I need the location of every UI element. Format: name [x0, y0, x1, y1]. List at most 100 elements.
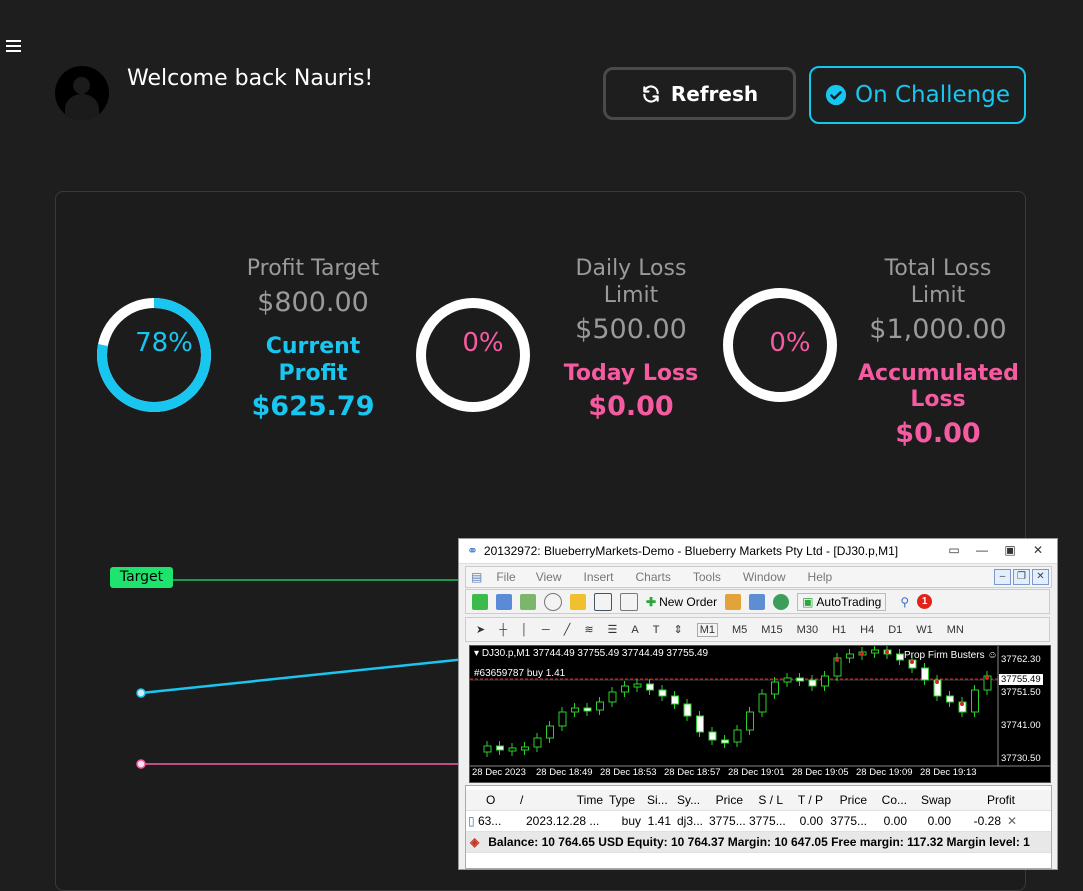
balance-row: ◈ Balance: 10 764.65 USD Equity: 10 764.…: [466, 832, 1051, 853]
tf-m5[interactable]: M5: [732, 624, 747, 636]
col-type[interactable]: Type: [606, 793, 644, 807]
close-icon[interactable]: ✕: [1025, 543, 1051, 559]
trade-marker: [960, 702, 964, 706]
price-tick-current: 37755.49: [999, 674, 1043, 685]
candle: [658, 689, 667, 697]
restore-icon[interactable]: ▭: [941, 543, 967, 559]
text-icon[interactable]: A: [631, 624, 638, 636]
balance-summary: Balance: 10 764.65 USD Equity: 10 764.37…: [488, 835, 1030, 849]
mt4-toolbar: ✚ New Order ▣ AutoTrading ⚲ 1: [465, 589, 1050, 614]
menu-file[interactable]: File: [496, 570, 515, 584]
metaeditor-icon[interactable]: [725, 593, 742, 610]
tf-h4[interactable]: H4: [860, 624, 874, 636]
child-restore-icon[interactable]: ❐: [1013, 569, 1030, 585]
chart-dropdown-icon[interactable]: ▾: [474, 648, 479, 659]
menu-insert[interactable]: Insert: [583, 570, 613, 584]
candle: [846, 653, 854, 659]
candle: [496, 745, 504, 751]
col-price[interactable]: Price: [706, 793, 746, 807]
child-minimize-icon[interactable]: –: [994, 569, 1011, 585]
menu-window[interactable]: Window: [743, 570, 786, 584]
autotrading-button[interactable]: ▣ AutoTrading: [797, 592, 887, 611]
trendline-icon[interactable]: ╱: [564, 623, 571, 636]
candle: [946, 695, 954, 703]
candle: [771, 681, 779, 695]
search-icon[interactable]: ⚲: [900, 595, 909, 609]
maximize-icon[interactable]: ▣: [997, 543, 1023, 559]
new-order-button[interactable]: ✚ New Order: [646, 595, 717, 609]
crosshair-icon[interactable]: ┼: [499, 624, 507, 636]
label-icon[interactable]: T: [653, 624, 660, 636]
tf-w1[interactable]: W1: [916, 624, 933, 636]
notification-badge[interactable]: 1: [917, 594, 933, 609]
equity-point: [136, 688, 146, 698]
col-time[interactable]: Time: [536, 793, 606, 807]
mt4-titlebar[interactable]: ⚭ 20132972: BlueberryMarkets-Demo - Blue…: [459, 539, 1057, 564]
fibonacci-icon[interactable]: ☰: [608, 623, 618, 636]
channel-icon[interactable]: ≋: [584, 623, 593, 636]
col-price-current[interactable]: Price: [826, 793, 870, 807]
new-chart-icon[interactable]: [472, 593, 488, 610]
price-tick-3: 37741.00: [1001, 720, 1041, 731]
time-tick: 28 Dec 2023: [472, 767, 526, 778]
candle: [808, 679, 817, 687]
profiles-icon[interactable]: [496, 593, 512, 610]
tf-m1[interactable]: M1: [696, 622, 718, 637]
signals-icon[interactable]: [749, 593, 766, 610]
col-profit[interactable]: Profit: [954, 793, 1018, 807]
menu-help[interactable]: Help: [808, 570, 833, 584]
today-loss-label: Today Loss: [563, 360, 699, 386]
time-tick: 28 Dec 19:05: [792, 767, 849, 778]
minimize-icon[interactable]: —: [969, 543, 995, 559]
tf-m30[interactable]: M30: [797, 624, 818, 636]
cursor-icon[interactable]: ➤: [476, 623, 485, 636]
arrows-icon[interactable]: ⇕: [673, 623, 682, 636]
menu-tools[interactable]: Tools: [693, 570, 721, 584]
market-watch-icon[interactable]: [520, 593, 536, 610]
col-commission[interactable]: Co...: [870, 793, 910, 807]
order-id: 63...: [477, 814, 502, 828]
trade-marker: [885, 650, 889, 654]
horizontal-line-icon[interactable]: ─: [542, 624, 550, 636]
terminal-icon[interactable]: [594, 592, 612, 611]
col-size[interactable]: Si...: [644, 793, 674, 807]
on-challenge-button[interactable]: On Challenge: [809, 66, 1026, 124]
order-time: 2023.12.28 ...: [526, 814, 600, 828]
chart-symbol-header: ▾ DJ30.p,M1 37744.49 37755.49 37744.49 3…: [474, 648, 708, 659]
tf-mn[interactable]: MN: [947, 624, 964, 636]
hamburger-menu-icon[interactable]: [6, 40, 21, 55]
refresh-label: Refresh: [670, 81, 759, 106]
col-order[interactable]: Or...: [466, 793, 496, 807]
candle: [683, 703, 692, 717]
tf-m15[interactable]: M15: [761, 624, 782, 636]
vertical-line-icon[interactable]: │: [521, 624, 528, 636]
daily-loss-limit-label: Daily Loss Limit: [575, 256, 687, 308]
mt4-price-chart[interactable]: ▾ DJ30.p,M1 37744.49 37755.49 37744.49 3…: [469, 645, 1051, 783]
order-size: 1.41: [647, 814, 671, 828]
tf-h1[interactable]: H1: [832, 624, 846, 636]
menu-charts[interactable]: Charts: [636, 570, 671, 584]
candle: [571, 707, 579, 713]
menu-view[interactable]: View: [536, 570, 562, 584]
tf-d1[interactable]: D1: [888, 624, 902, 636]
mt4-menubar: ▤ File View Insert Charts Tools Window H…: [465, 566, 1052, 588]
tester-icon[interactable]: [620, 592, 638, 611]
close-order-icon[interactable]: ✕: [1004, 814, 1018, 828]
refresh-button[interactable]: Refresh: [603, 67, 796, 120]
mt4-window[interactable]: ⚭ 20132972: BlueberryMarkets-Demo - Blue…: [458, 538, 1058, 870]
on-challenge-label: On Challenge: [855, 82, 1010, 108]
col-symbol[interactable]: Sy...: [674, 793, 706, 807]
candle: [646, 683, 654, 691]
col-tp[interactable]: T / P: [786, 793, 826, 807]
trade-row[interactable]: ▯ 63... 2023.12.28 ... buy 1.41 dj3... 3…: [466, 811, 1051, 832]
col-swap[interactable]: Swap: [910, 793, 954, 807]
daily-loss-ring-value: 0%: [462, 328, 504, 358]
navigator-icon[interactable]: [544, 592, 562, 611]
favorites-icon[interactable]: [570, 593, 586, 610]
candlestick-chart[interactable]: [470, 645, 1050, 782]
col-sl[interactable]: S / L: [746, 793, 786, 807]
col-sort[interactable]: /: [496, 793, 536, 807]
child-close-icon[interactable]: ✕: [1032, 569, 1049, 585]
candle: [721, 739, 729, 744]
market-icon[interactable]: [773, 593, 790, 610]
